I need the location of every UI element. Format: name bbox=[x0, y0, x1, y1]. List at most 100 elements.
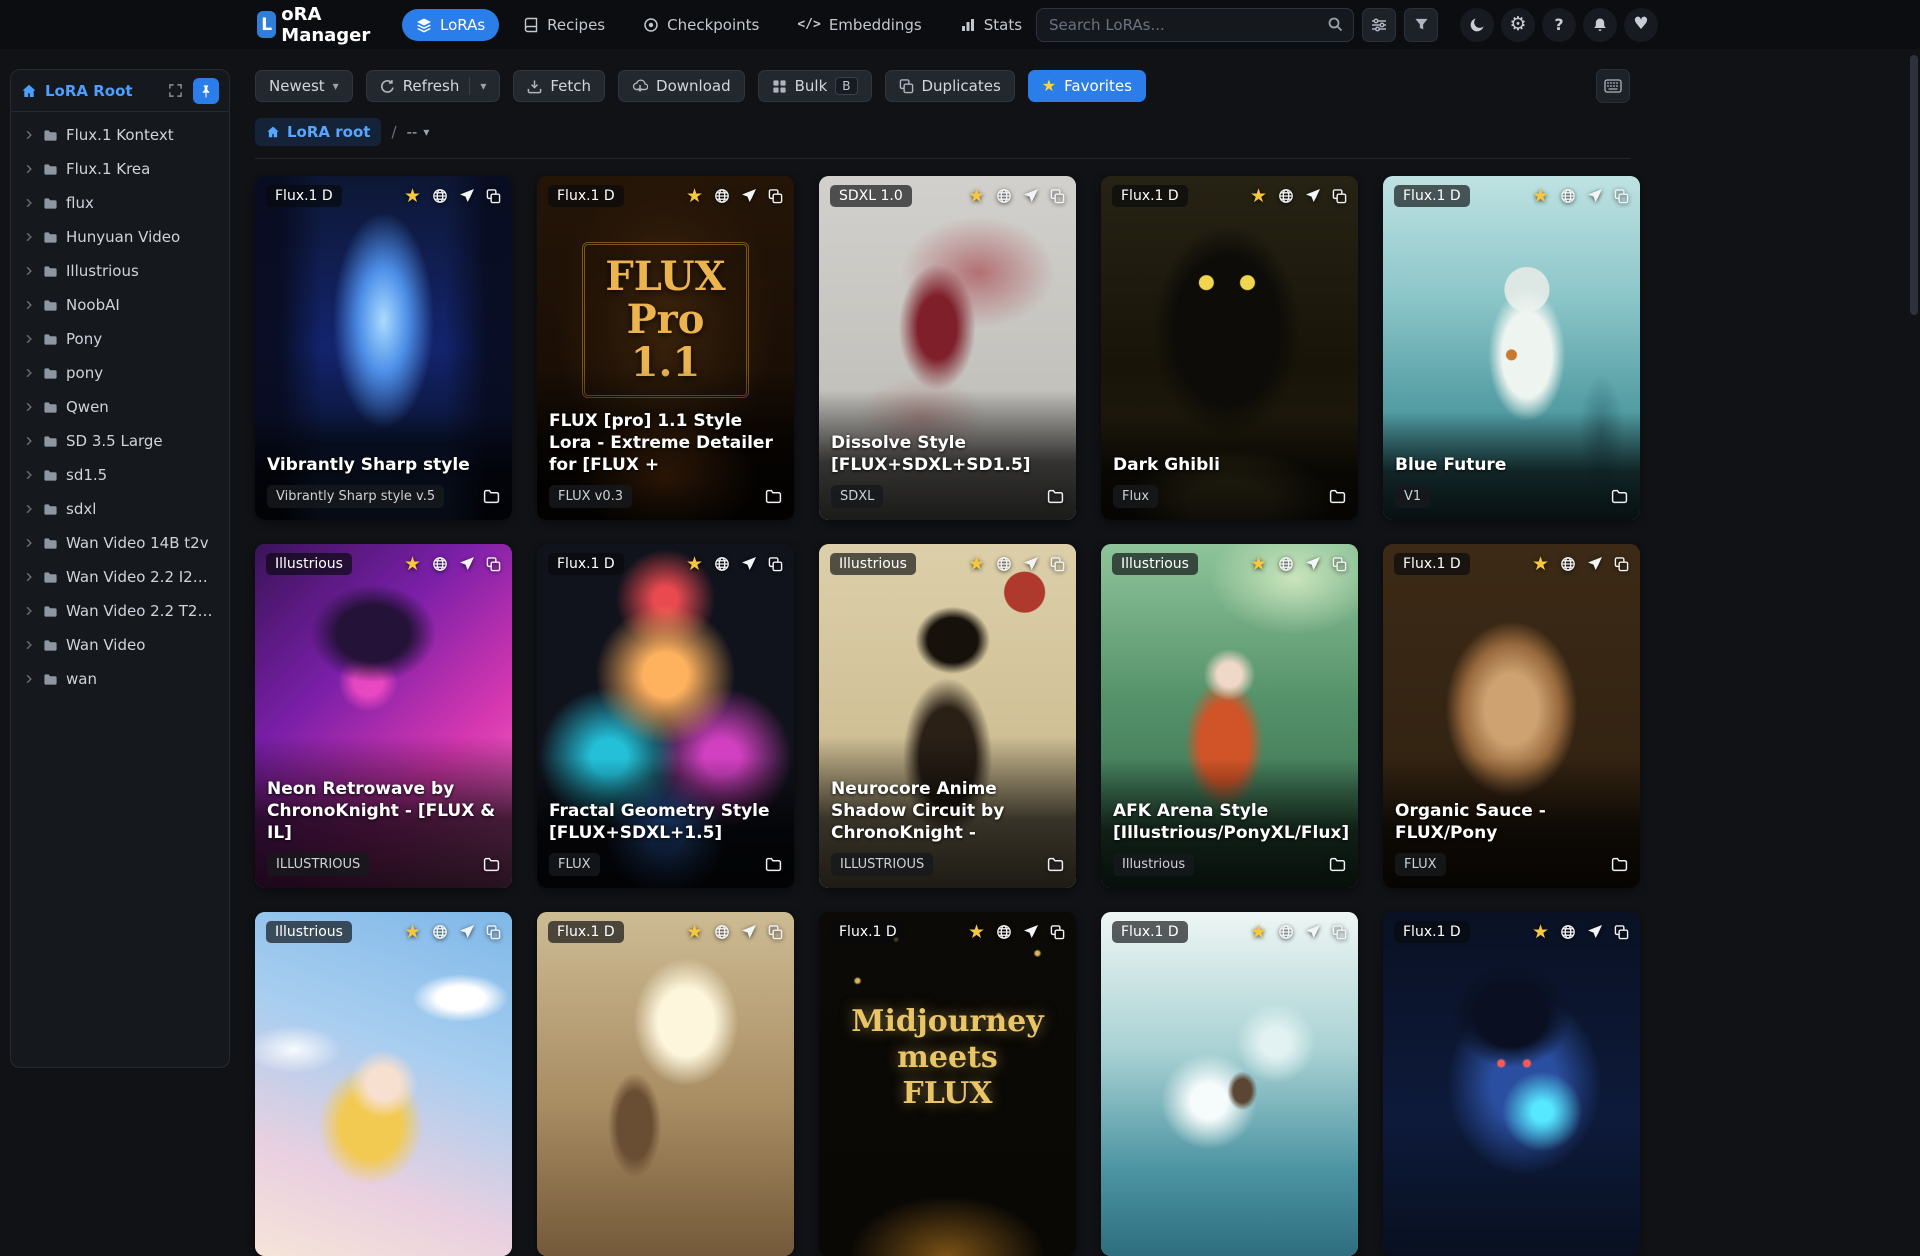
send-icon[interactable] bbox=[741, 924, 757, 940]
sidebar-folder-item[interactable]: Pony bbox=[15, 322, 225, 356]
copy-icon[interactable] bbox=[1614, 188, 1629, 204]
lora-card[interactable]: Flux.1 D ★ Fractal Geometry Style [FLUX+… bbox=[537, 544, 794, 888]
copy-icon[interactable] bbox=[1332, 924, 1347, 940]
chevron-right-icon[interactable] bbox=[23, 435, 35, 447]
send-icon[interactable] bbox=[459, 924, 475, 940]
globe-icon[interactable] bbox=[1560, 924, 1576, 940]
sidebar-folder-item[interactable]: Qwen bbox=[15, 390, 225, 424]
pin-sidebar-button[interactable] bbox=[193, 77, 219, 104]
favorite-star-icon[interactable]: ★ bbox=[404, 922, 421, 942]
send-icon[interactable] bbox=[1023, 556, 1039, 572]
favorite-star-icon[interactable]: ★ bbox=[1532, 922, 1549, 942]
chevron-right-icon[interactable] bbox=[23, 469, 35, 481]
favorite-star-icon[interactable]: ★ bbox=[404, 186, 421, 206]
open-folder-icon[interactable] bbox=[765, 856, 782, 873]
favorite-star-icon[interactable]: ★ bbox=[1532, 186, 1549, 206]
send-icon[interactable] bbox=[459, 556, 475, 572]
globe-icon[interactable] bbox=[432, 188, 448, 204]
send-icon[interactable] bbox=[1305, 188, 1321, 204]
lora-card[interactable]: Illustrious ★ AFK Arena Style [Illustrio… bbox=[1101, 544, 1358, 888]
nav-tab-loras[interactable]: LoRAs bbox=[401, 8, 500, 41]
lora-card[interactable]: Flux.1 D ★ bbox=[537, 912, 794, 1256]
refresh-button[interactable]: Refresh ▾ bbox=[365, 70, 501, 102]
keyboard-shortcuts-button[interactable] bbox=[1596, 69, 1630, 103]
chevron-right-icon[interactable] bbox=[23, 367, 35, 379]
sidebar-folder-item[interactable]: flux bbox=[15, 186, 225, 220]
open-folder-icon[interactable] bbox=[1047, 856, 1064, 873]
globe-icon[interactable] bbox=[996, 924, 1012, 940]
open-folder-icon[interactable] bbox=[483, 488, 500, 505]
favorite-star-icon[interactable]: ★ bbox=[968, 922, 985, 942]
send-icon[interactable] bbox=[1023, 188, 1039, 204]
bulk-button[interactable]: Bulk B bbox=[757, 70, 872, 102]
scrollbar-thumb[interactable] bbox=[1910, 55, 1918, 315]
nav-tab-embeddings[interactable]: </> Embeddings bbox=[783, 9, 935, 41]
copy-icon[interactable] bbox=[768, 556, 783, 572]
globe-icon[interactable] bbox=[432, 924, 448, 940]
sidebar-folder-item[interactable]: Wan Video 2.2 I2V-A14B bbox=[15, 560, 225, 594]
sidebar-folder-item[interactable]: SD 3.5 Large bbox=[15, 424, 225, 458]
globe-icon[interactable] bbox=[432, 556, 448, 572]
help-button[interactable]: ? bbox=[1542, 7, 1577, 42]
globe-icon[interactable] bbox=[1560, 188, 1576, 204]
sidebar-folder-item[interactable]: Wan Video 14B t2v bbox=[15, 526, 225, 560]
send-icon[interactable] bbox=[1305, 924, 1321, 940]
copy-icon[interactable] bbox=[768, 188, 783, 204]
sidebar-folder-item[interactable]: Wan Video bbox=[15, 628, 225, 662]
lora-card[interactable]: FLUX Pro 1.1 Flux.1 D ★ FLUX [pro] 1.1 S… bbox=[537, 176, 794, 520]
chevron-right-icon[interactable] bbox=[23, 197, 35, 209]
send-icon[interactable] bbox=[1587, 924, 1603, 940]
favorite-star-icon[interactable]: ★ bbox=[1250, 922, 1267, 942]
send-icon[interactable] bbox=[1587, 188, 1603, 204]
open-folder-icon[interactable] bbox=[1611, 856, 1628, 873]
sidebar-folder-item[interactable]: sd1.5 bbox=[15, 458, 225, 492]
expand-all-button[interactable] bbox=[166, 81, 185, 100]
globe-icon[interactable] bbox=[1278, 556, 1294, 572]
theme-toggle-button[interactable] bbox=[1460, 7, 1495, 42]
copy-icon[interactable] bbox=[1050, 188, 1065, 204]
favorite-star-icon[interactable]: ★ bbox=[968, 186, 985, 206]
favorites-nav-button[interactable]: ♥ bbox=[1624, 7, 1659, 42]
chevron-right-icon[interactable] bbox=[23, 265, 35, 277]
copy-icon[interactable] bbox=[486, 188, 501, 204]
globe-icon[interactable] bbox=[714, 556, 730, 572]
chevron-right-icon[interactable] bbox=[23, 673, 35, 685]
favorite-star-icon[interactable]: ★ bbox=[686, 922, 703, 942]
favorite-star-icon[interactable]: ★ bbox=[968, 554, 985, 574]
send-icon[interactable] bbox=[1587, 556, 1603, 572]
favorite-star-icon[interactable]: ★ bbox=[1532, 554, 1549, 574]
globe-icon[interactable] bbox=[714, 924, 730, 940]
download-button[interactable]: Download bbox=[618, 70, 745, 102]
nav-tab-recipes[interactable]: Recipes bbox=[509, 9, 619, 41]
send-icon[interactable] bbox=[741, 556, 757, 572]
sidebar-folder-item[interactable]: Flux.1 Kontext bbox=[15, 118, 225, 152]
open-folder-icon[interactable] bbox=[483, 856, 500, 873]
copy-icon[interactable] bbox=[1332, 188, 1347, 204]
lora-card[interactable]: Illustrious ★ Neurocore Anime Shadow Cir… bbox=[819, 544, 1076, 888]
scrollbar[interactable] bbox=[1910, 55, 1918, 1075]
lora-card[interactable]: Flux.1 D ★ bbox=[1383, 912, 1640, 1256]
search-icon[interactable] bbox=[1327, 16, 1344, 33]
chevron-right-icon[interactable] bbox=[23, 537, 35, 549]
sidebar-folder-item[interactable]: NoobAI bbox=[15, 288, 225, 322]
favorite-star-icon[interactable]: ★ bbox=[686, 186, 703, 206]
chevron-right-icon[interactable] bbox=[23, 401, 35, 413]
copy-icon[interactable] bbox=[1050, 924, 1065, 940]
search-input[interactable] bbox=[1036, 7, 1355, 42]
sidebar-folder-item[interactable]: Illustrious bbox=[15, 254, 225, 288]
copy-icon[interactable] bbox=[486, 924, 501, 940]
lora-card[interactable]: SDXL 1.0 ★ Dissolve Style [FLUX+SDXL+SD1… bbox=[819, 176, 1076, 520]
globe-icon[interactable] bbox=[1278, 188, 1294, 204]
open-folder-icon[interactable] bbox=[1047, 488, 1064, 505]
fetch-button[interactable]: Fetch bbox=[513, 70, 606, 102]
copy-icon[interactable] bbox=[1050, 556, 1065, 572]
sidebar-folder-item[interactable]: pony bbox=[15, 356, 225, 390]
breadcrumb-folder-select[interactable]: -- ▾ bbox=[407, 123, 430, 141]
favorites-filter-button[interactable]: ★ Favorites bbox=[1027, 70, 1146, 102]
lora-card[interactable]: Flux.1 D ★ bbox=[1101, 912, 1358, 1256]
open-folder-icon[interactable] bbox=[1611, 488, 1628, 505]
lora-card[interactable]: Illustrious ★ Neon Retrowave by ChronoKn… bbox=[255, 544, 512, 888]
filter-button[interactable] bbox=[1404, 7, 1439, 42]
sidebar-folder-item[interactable]: sdxl bbox=[15, 492, 225, 526]
favorite-star-icon[interactable]: ★ bbox=[1250, 554, 1267, 574]
